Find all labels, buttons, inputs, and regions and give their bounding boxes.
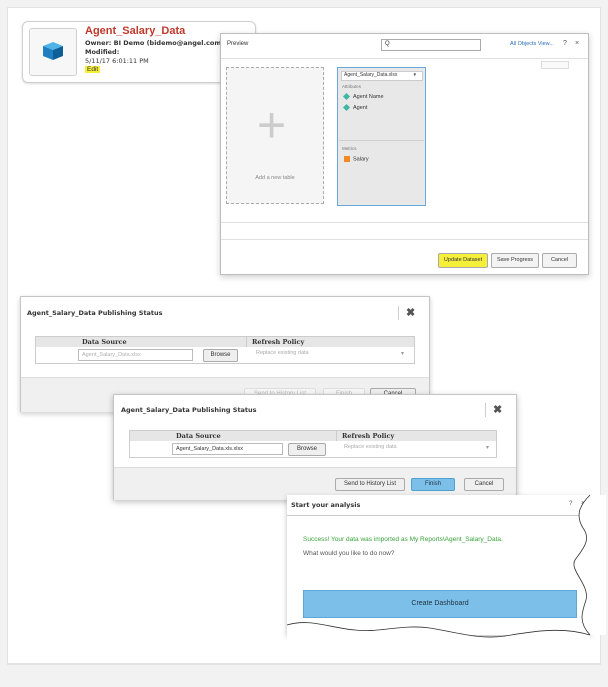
- torn-edge-mask: [7, 494, 606, 664]
